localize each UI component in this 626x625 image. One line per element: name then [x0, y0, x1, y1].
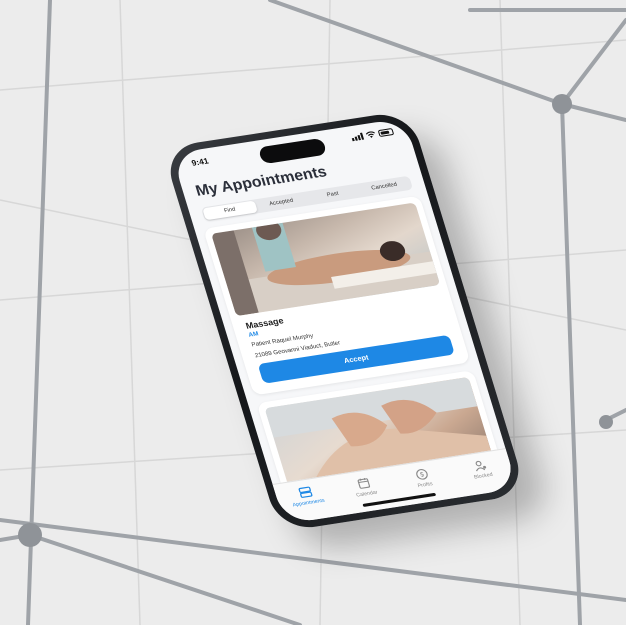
calendar-icon: [357, 478, 371, 489]
tab-appointments-label: Appointments: [291, 497, 326, 509]
tab-calendar-label: Calendar: [355, 489, 379, 499]
tab-blocked[interactable]: Blocked: [448, 449, 518, 497]
status-time: 9:41: [190, 156, 210, 168]
phone-device: 9:41 My Appointments Find Accepted Past …: [162, 109, 528, 533]
tab-profits-label: Profits: [417, 481, 434, 490]
battery-icon: [377, 127, 395, 138]
segment-accepted[interactable]: Accepted: [254, 193, 309, 213]
segment-cancelled[interactable]: Cancelled: [357, 177, 412, 197]
segment-past[interactable]: Past: [305, 185, 360, 205]
appointment-card[interactable]: Massage AM Patient Raquel Murphy 21089 G…: [203, 195, 471, 396]
service-name: Massage: [244, 315, 285, 331]
massage-photo: [211, 202, 441, 317]
appointment-list: Massage AM Patient Raquel Murphy 21089 G…: [203, 195, 503, 502]
svg-text:$: $: [419, 472, 425, 479]
segment-find[interactable]: Find: [202, 200, 258, 221]
signal-icon: [351, 132, 365, 142]
wifi-icon: [365, 131, 375, 138]
tab-blocked-label: Blocked: [473, 471, 494, 481]
appointments-icon: [298, 486, 313, 498]
app-screen: 9:41 My Appointments Find Accepted Past …: [171, 117, 518, 525]
blocked-user-icon: [475, 460, 487, 472]
status-bar: 9:41: [190, 127, 396, 173]
time-of-day: AM: [247, 331, 260, 339]
dollar-icon: $: [416, 469, 428, 480]
